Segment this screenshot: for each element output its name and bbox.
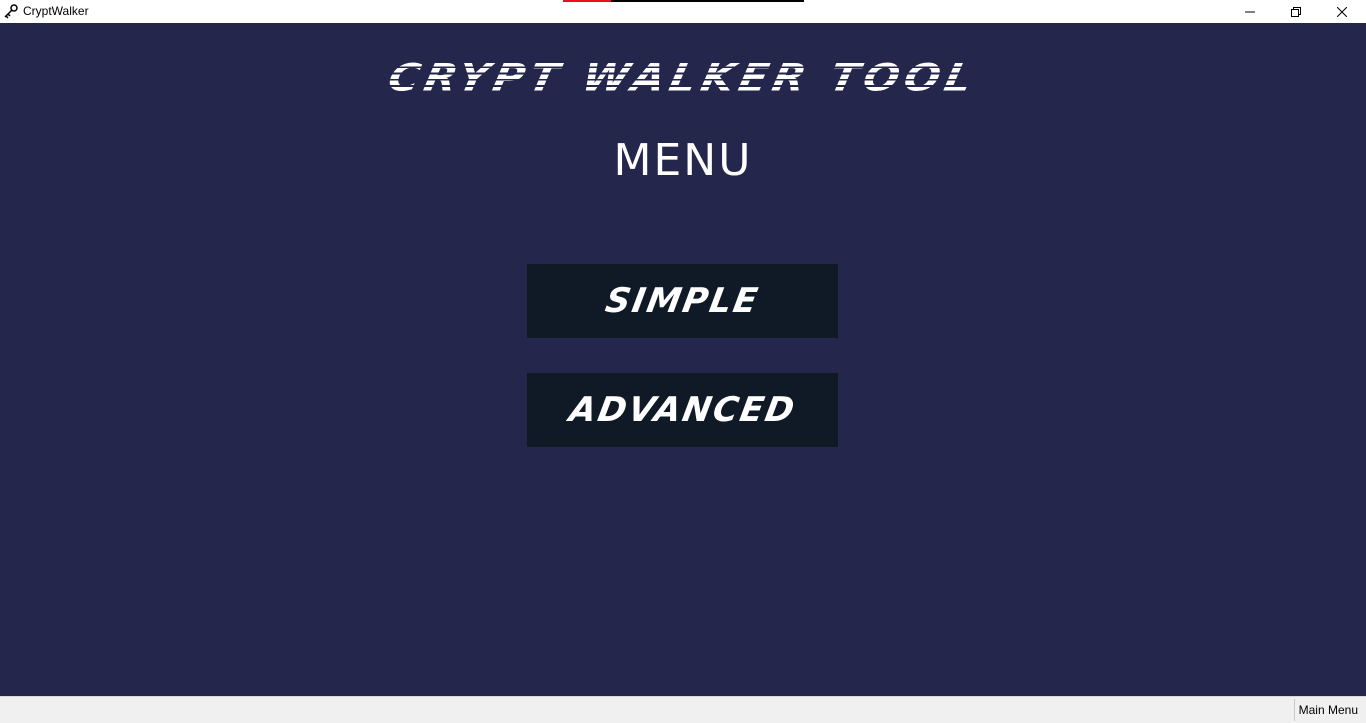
status-text: Main Menu (1293, 699, 1362, 721)
advanced-button-label: ADVANCED (566, 390, 799, 430)
main-panel: CRYPT WALKER TOOL MENU SIMPLE ADVANCED (0, 23, 1366, 696)
window-title: CryptWalker (23, 4, 89, 18)
restore-button[interactable] (1273, 0, 1319, 23)
menu-heading: MENU (613, 135, 753, 186)
minimize-icon (1245, 11, 1255, 12)
simple-button-label: SIMPLE (602, 281, 763, 321)
key-icon (4, 4, 18, 19)
restore-icon (1291, 6, 1301, 17)
titlebar-accent-red (563, 0, 611, 2)
title-bar[interactable]: CryptWalker (0, 0, 1366, 23)
app-title: CRYPT WALKER TOOL (0, 55, 1366, 99)
status-bar: Main Menu (0, 696, 1366, 723)
minimize-button[interactable] (1227, 0, 1273, 23)
simple-button[interactable]: SIMPLE (527, 264, 838, 338)
app-window: CryptWalker CRYPT WALKER TOOL MENU SIMPL… (0, 0, 1366, 723)
close-button[interactable] (1319, 0, 1365, 23)
advanced-button[interactable]: ADVANCED (527, 373, 838, 447)
close-icon (1337, 6, 1347, 17)
